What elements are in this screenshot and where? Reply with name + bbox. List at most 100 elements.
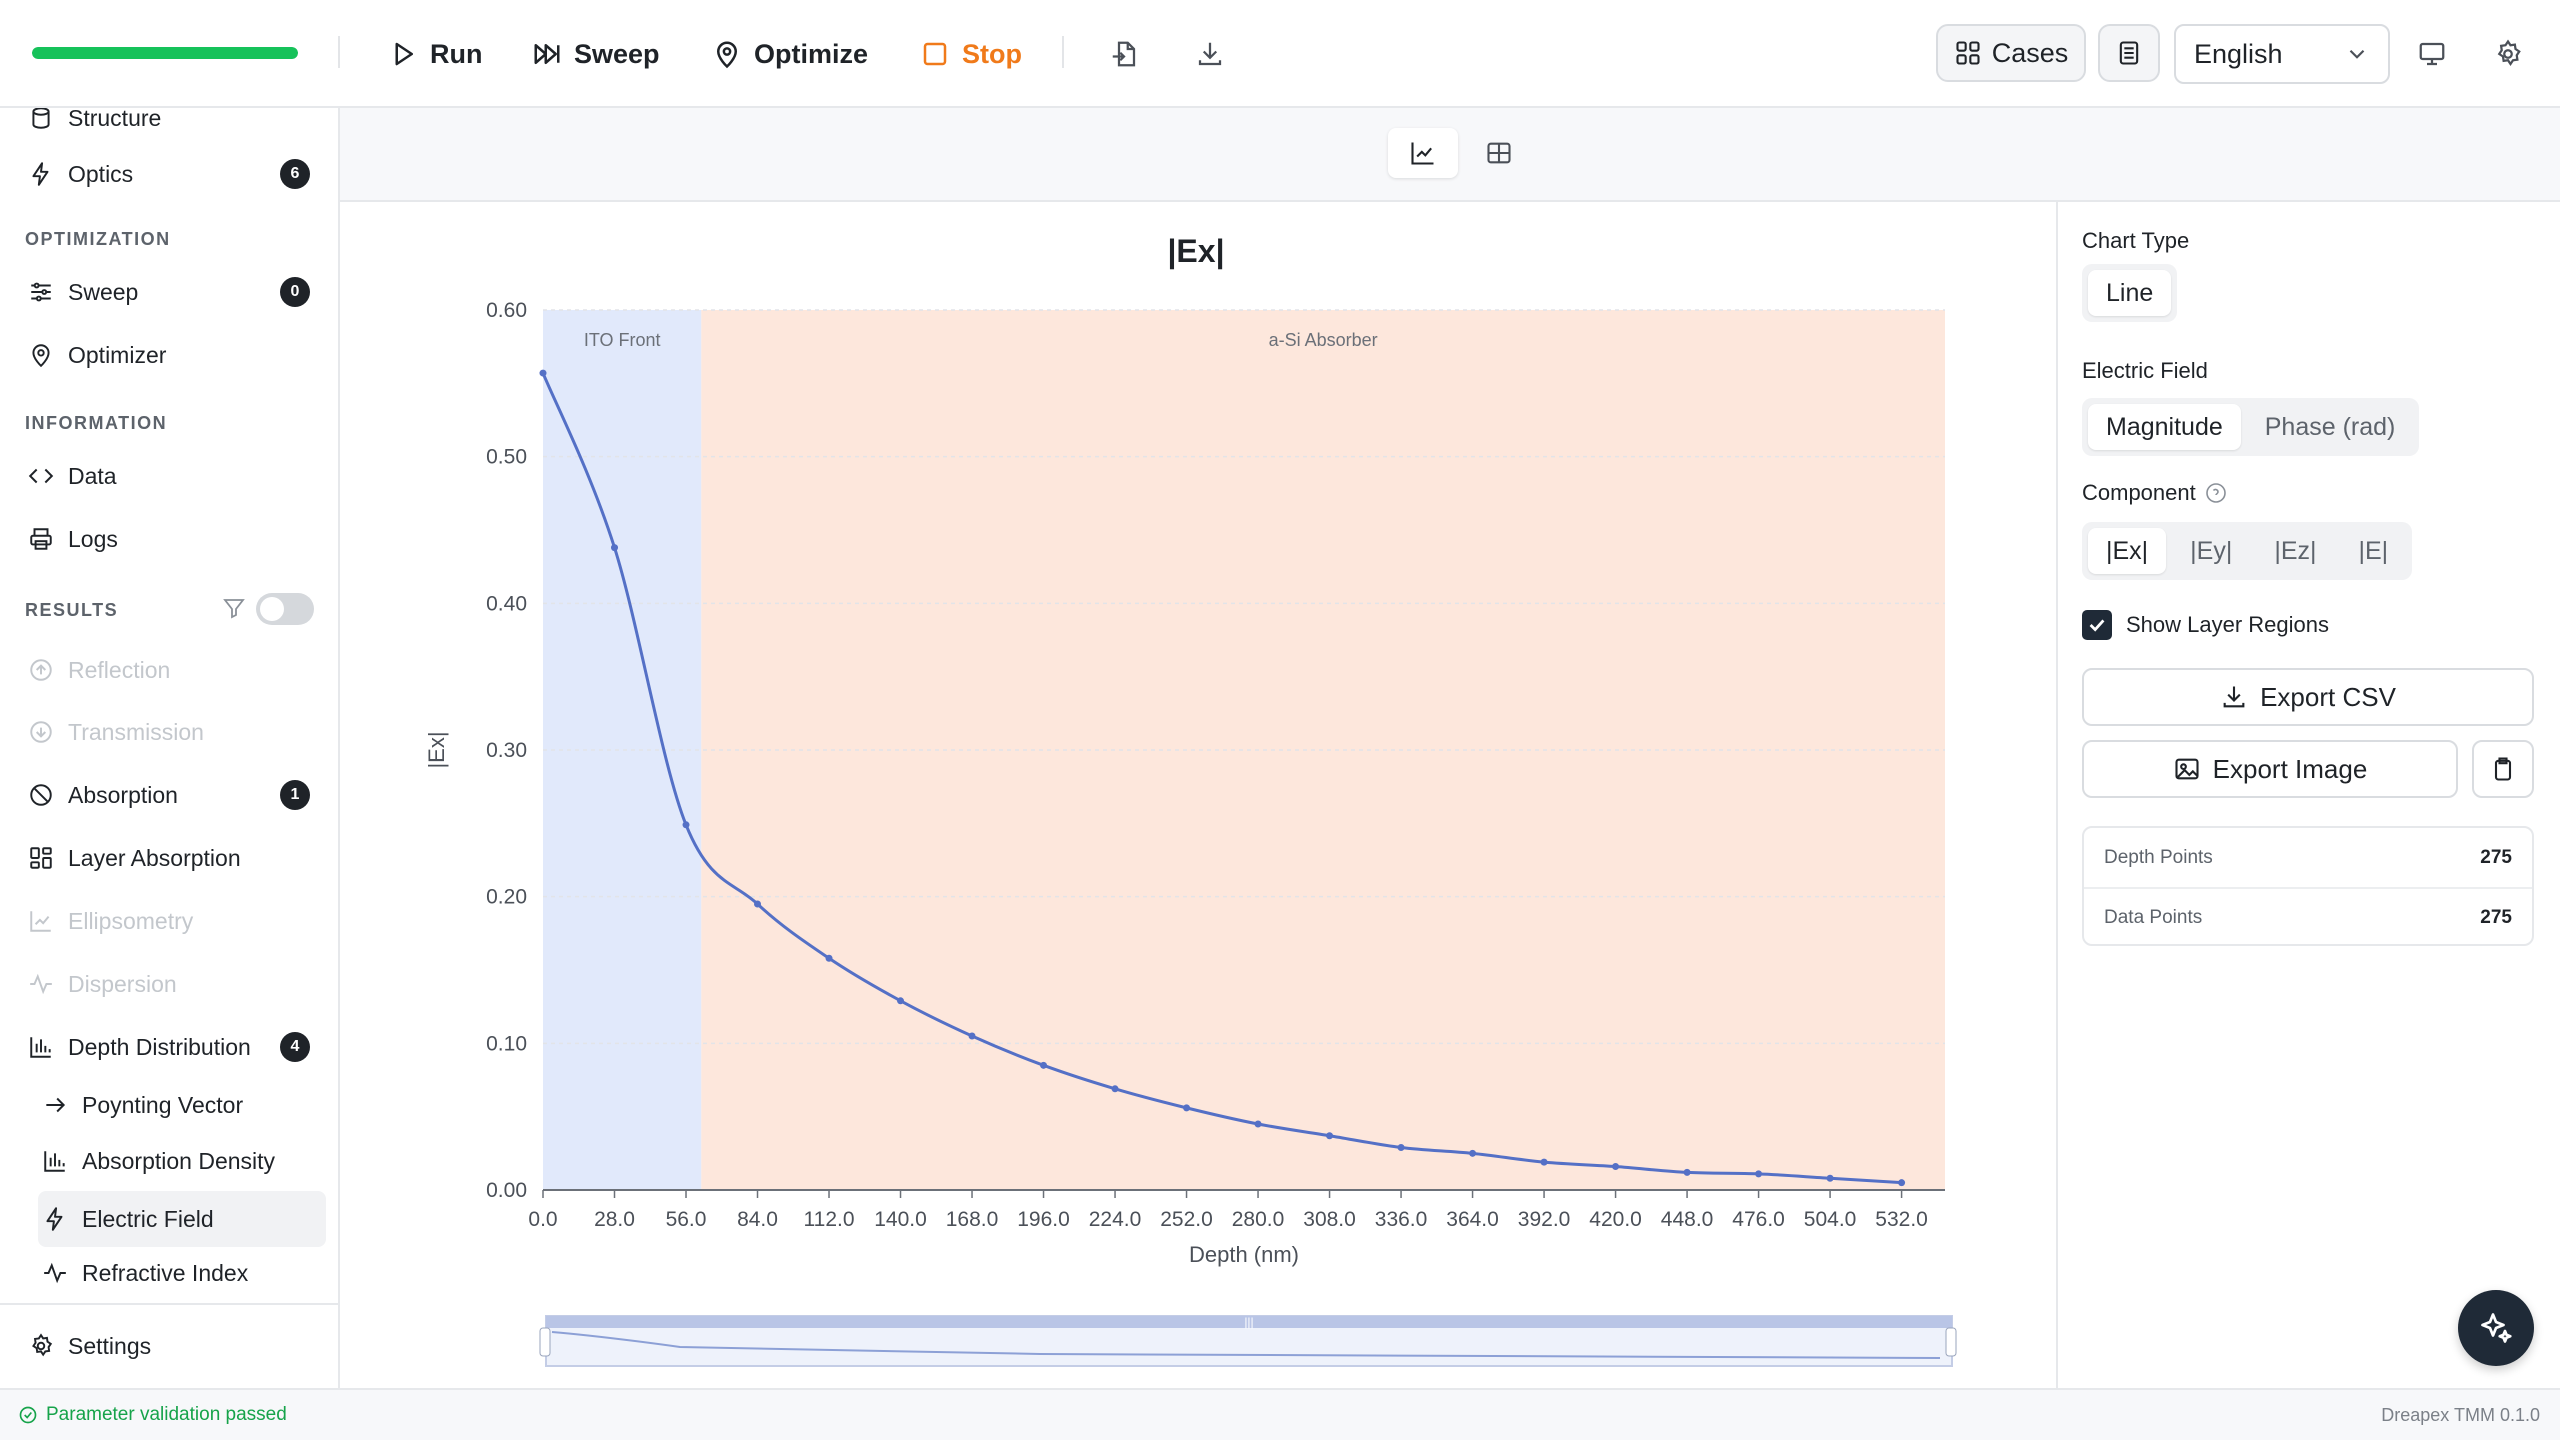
activity-icon xyxy=(44,1262,66,1284)
layer-region-label: ITO Front xyxy=(584,330,661,350)
app-version: Dreapex TMM 0.1.0 xyxy=(2381,1405,2540,1425)
export-csv-button[interactable]: Export CSV xyxy=(2082,668,2534,726)
electric-field-selector: Magnitude Phase (rad) xyxy=(2082,398,2420,456)
filter-icon[interactable] xyxy=(222,596,246,620)
show-layer-regions-checkbox[interactable]: Show Layer Regions xyxy=(2082,610,2329,640)
sweep-button[interactable]: Sweep xyxy=(532,30,660,78)
zoom-drag-grip[interactable]: ||| xyxy=(1244,1315,1253,1329)
sidebar-item-poynting-vector[interactable]: Poynting Vector xyxy=(38,1079,326,1131)
arrow-right-icon xyxy=(46,1097,66,1113)
display-button[interactable] xyxy=(2410,32,2454,76)
chart-area: ITO Front a-Si Absorber 0.00 0.10 0.20 0.30 0… xyxy=(340,202,2056,1388)
x-tick-label: 532.0 xyxy=(1875,1208,1928,1231)
download-button[interactable] xyxy=(1188,32,1232,76)
table-icon xyxy=(1487,142,1511,164)
run-button[interactable]: Run xyxy=(388,30,482,78)
x-axis-label: Depth (nm) xyxy=(1189,1242,1299,1267)
run-label: Run xyxy=(430,38,483,69)
x-tick-label: 0.0 xyxy=(528,1208,557,1231)
sidebar-item-ellipsometry: Ellipsometry xyxy=(24,895,324,947)
component-ex[interactable]: |Ex| xyxy=(2088,528,2167,574)
data-point xyxy=(754,900,762,908)
stat-label: Depth Points xyxy=(2104,846,2213,868)
cases-button[interactable]: Cases xyxy=(1936,24,2086,82)
sidebar-divider xyxy=(0,1303,338,1305)
play-icon xyxy=(395,42,413,66)
option-magnitude[interactable]: Magnitude xyxy=(2088,404,2241,450)
export-image-label: Export Image xyxy=(2212,753,2368,784)
sidebar-item-absorption[interactable]: Absorption 1 xyxy=(24,769,324,821)
bar-chart-icon xyxy=(44,1151,65,1172)
layer-region xyxy=(543,310,702,1190)
electric-field-chart[interactable]: ITO Front a-Si Absorber 0.00 0.10 0.20 0.30 0… xyxy=(340,202,2056,1388)
sidebar-item-electric-field[interactable]: Electric Field xyxy=(38,1191,326,1247)
table-view-toggle[interactable] xyxy=(1464,128,1534,178)
data-point xyxy=(1683,1168,1691,1176)
zoom-slider[interactable]: ||| xyxy=(539,1315,1957,1367)
notes-button[interactable] xyxy=(2098,24,2160,82)
checkbox-box[interactable] xyxy=(2082,610,2112,640)
sidebar-item-logs[interactable]: Logs xyxy=(24,513,324,565)
sidebar-item-label: Logs xyxy=(68,525,118,552)
language-select[interactable]: English xyxy=(2174,24,2390,84)
document-icon xyxy=(2119,41,2139,65)
clipboard-icon xyxy=(2494,757,2512,781)
data-point xyxy=(1326,1132,1334,1140)
chevron-down-icon xyxy=(2349,49,2365,59)
chart-view-toggle[interactable] xyxy=(1388,128,1458,178)
sidebar-item-depth-distribution[interactable]: Depth Distribution 4 xyxy=(24,1021,324,1073)
sidebar-item-optimizer[interactable]: Optimizer xyxy=(24,329,324,381)
data-point xyxy=(968,1032,976,1040)
sidebar-item-label: Optimizer xyxy=(68,341,167,368)
sidebar-item-sweep[interactable]: Sweep 0 xyxy=(24,266,324,318)
sidebar-item-settings[interactable]: Settings xyxy=(24,1320,324,1372)
results-filter-toggle[interactable] xyxy=(256,593,314,625)
stop-button[interactable]: Stop xyxy=(920,30,1022,78)
zoom-handle-right[interactable] xyxy=(1945,1327,1957,1357)
sidebar-item-structure[interactable]: Structure xyxy=(24,108,324,144)
x-tick-label: 364.0 xyxy=(1446,1208,1499,1231)
stat-label: Data Points xyxy=(2104,906,2203,928)
sidebar-item-data[interactable]: Data xyxy=(24,450,324,502)
y-tick-label: 0.60 xyxy=(486,299,527,322)
x-tick-label: 476.0 xyxy=(1732,1208,1785,1231)
image-icon xyxy=(2175,758,2199,780)
sidebar-item-label: Transmission xyxy=(68,718,204,745)
grid-icon xyxy=(1956,41,1980,65)
help-icon[interactable] xyxy=(2204,481,2228,505)
chart-title: |Ex| xyxy=(1167,233,1224,269)
component-ey[interactable]: |Ey| xyxy=(2172,528,2250,574)
sidebar-item-label: Absorption xyxy=(68,781,178,808)
chart-options-panel: Chart Type Line Electric Field Magnitude… xyxy=(2056,202,2560,1388)
stop-label: Stop xyxy=(962,38,1022,69)
settings-button[interactable] xyxy=(2486,32,2530,76)
language-value: English xyxy=(2194,38,2283,69)
x-tick-label: 448.0 xyxy=(1661,1208,1714,1231)
export-image-button[interactable]: Export Image xyxy=(2082,740,2458,798)
section-heading-information: INFORMATION xyxy=(25,413,168,433)
sweep-label: Sweep xyxy=(574,38,660,69)
zoom-handle-left[interactable] xyxy=(539,1327,551,1357)
option-phase[interactable]: Phase (rad) xyxy=(2247,404,2414,450)
data-point xyxy=(539,369,547,377)
sidebar-item-layer-absorption[interactable]: Layer Absorption xyxy=(24,832,324,884)
sidebar-item-label: Dispersion xyxy=(68,970,177,997)
sidebar-item-refractive-index[interactable]: Refractive Index xyxy=(38,1247,326,1299)
section-heading-results: RESULTS xyxy=(25,600,119,620)
sidebar-item-optics[interactable]: Optics 6 xyxy=(24,148,324,200)
optimize-button[interactable]: Optimize xyxy=(712,30,868,78)
chart-type-line[interactable]: Line xyxy=(2088,270,2172,316)
component-e[interactable]: |E| xyxy=(2341,528,2407,574)
ban-icon xyxy=(30,784,52,806)
data-point xyxy=(897,997,905,1005)
ai-assistant-button[interactable] xyxy=(2458,1290,2534,1366)
cases-label: Cases xyxy=(1991,37,2069,68)
import-button[interactable] xyxy=(1102,32,1146,76)
copy-image-button[interactable] xyxy=(2472,740,2534,798)
component-ez[interactable]: |Ez| xyxy=(2256,528,2334,574)
sidebar-item-absorption-density[interactable]: Absorption Density xyxy=(38,1135,326,1187)
sidebar-item-reflection: Reflection xyxy=(24,644,324,696)
y-axis-label: |Ex| xyxy=(424,731,449,768)
sidebar-item-label: Reflection xyxy=(68,656,171,683)
count-badge: 1 xyxy=(280,780,310,810)
